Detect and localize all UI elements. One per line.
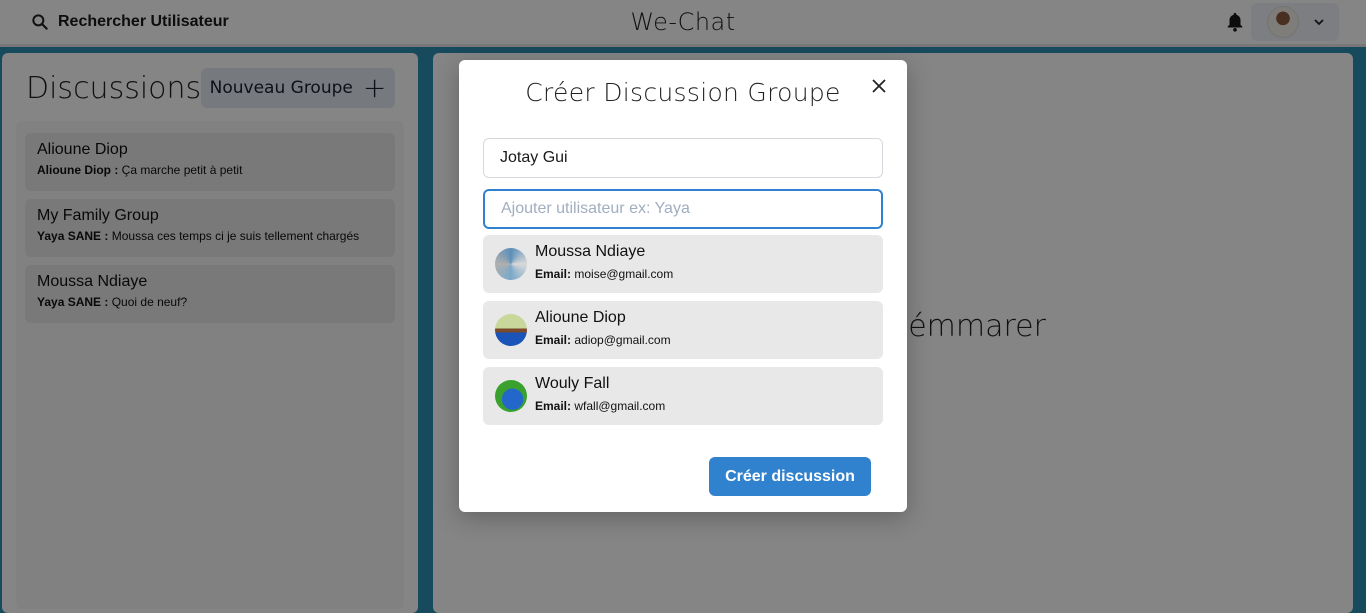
- create-discussion-button[interactable]: Créer discussion: [709, 457, 871, 496]
- user-result-item[interactable]: Alioune Diop Email: adiop@gmail.com: [483, 301, 883, 359]
- modal-title: Créer Discussion Groupe: [525, 78, 841, 107]
- email-value: wfall@gmail.com: [574, 399, 666, 413]
- email-value: adiop@gmail.com: [574, 333, 671, 347]
- create-group-modal: Créer Discussion Groupe Moussa Ndiaye Em…: [459, 60, 907, 512]
- user-result-item[interactable]: Moussa Ndiaye Email: moise@gmail.com: [483, 235, 883, 293]
- user-email: Email: adiop@gmail.com: [535, 333, 671, 347]
- close-button[interactable]: [867, 74, 891, 98]
- email-label: Email:: [535, 267, 572, 281]
- email-label: Email:: [535, 399, 572, 413]
- avatar: [495, 314, 527, 346]
- user-email: Email: wfall@gmail.com: [535, 399, 665, 413]
- email-label: Email:: [535, 333, 572, 347]
- avatar: [495, 380, 527, 412]
- avatar: [495, 248, 527, 280]
- user-result-item[interactable]: Wouly Fall Email: wfall@gmail.com: [483, 367, 883, 425]
- email-value: moise@gmail.com: [574, 267, 674, 281]
- user-name: Alioune Diop: [535, 309, 626, 326]
- user-name: Moussa Ndiaye: [535, 243, 646, 260]
- user-name: Wouly Fall: [535, 375, 610, 392]
- close-icon: [872, 79, 886, 93]
- user-search-results: Moussa Ndiaye Email: moise@gmail.com Ali…: [483, 235, 883, 433]
- add-user-input[interactable]: [483, 189, 883, 229]
- group-name-input[interactable]: [483, 138, 883, 178]
- user-email: Email: moise@gmail.com: [535, 267, 673, 281]
